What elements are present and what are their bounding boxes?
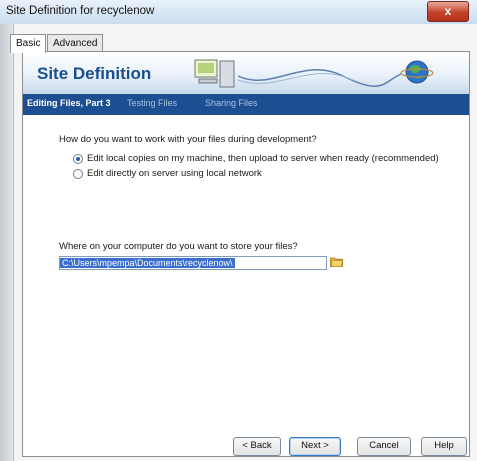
tab-basic[interactable]: Basic xyxy=(10,34,47,53)
folder-icon[interactable] xyxy=(330,256,343,267)
tab-content: Site Definition Editing Files, Part 3 Te… xyxy=(22,51,470,457)
computer-server-icon xyxy=(194,59,235,88)
question-work-files: How do you want to work with your files … xyxy=(59,134,317,145)
option-edit-local-label: Edit local copies on my machine, then up… xyxy=(87,153,439,164)
globe-icon xyxy=(400,60,434,84)
step-sharing-files: Sharing Files xyxy=(205,98,258,108)
local-folder-value: C:\Users\mpempa\Documents\recyclenow\ xyxy=(60,258,235,268)
radio-edit-local[interactable] xyxy=(73,154,83,164)
step-testing-files: Testing Files xyxy=(127,98,178,108)
step-editing-files: Editing Files, Part 3 xyxy=(27,98,111,108)
help-button[interactable]: Help xyxy=(421,437,467,456)
cancel-button[interactable]: Cancel xyxy=(357,437,411,456)
banner: Site Definition xyxy=(23,52,469,94)
window-title: Site Definition for recyclenow xyxy=(6,5,155,17)
tab-advanced[interactable]: Advanced xyxy=(47,34,104,52)
next-button[interactable]: Next > xyxy=(289,437,341,456)
title-bar: Site Definition for recyclenow x xyxy=(0,0,477,25)
local-folder-input[interactable]: C:\Users\mpempa\Documents\recyclenow\ xyxy=(59,256,327,270)
back-button[interactable]: < Back xyxy=(233,437,281,456)
wizard-steps: Editing Files, Part 3 Testing Files Shar… xyxy=(23,94,469,115)
close-icon: x xyxy=(444,4,452,18)
close-button[interactable]: x xyxy=(427,1,469,22)
radio-edit-server[interactable] xyxy=(73,169,83,179)
background-window-strip xyxy=(0,24,13,461)
question-store-files: Where on your computer do you want to st… xyxy=(59,241,298,252)
option-edit-server-label: Edit directly on server using local netw… xyxy=(87,168,262,179)
banner-graphic xyxy=(194,59,434,88)
